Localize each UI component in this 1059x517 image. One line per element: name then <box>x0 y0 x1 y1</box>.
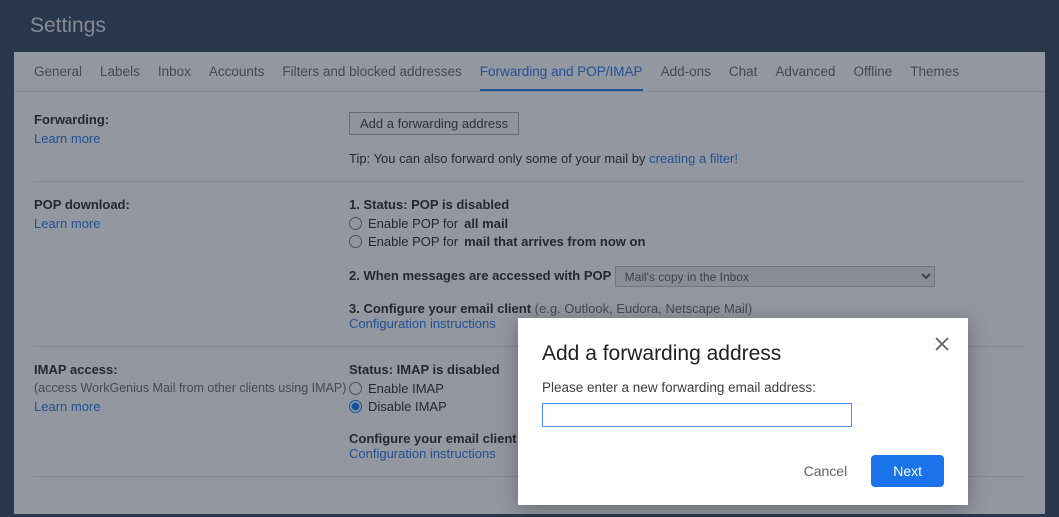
forwarding-email-input[interactable] <box>542 403 852 427</box>
dialog-title: Add a forwarding address <box>542 342 944 366</box>
close-icon[interactable] <box>932 334 952 354</box>
add-forwarding-dialog: Add a forwarding address Please enter a … <box>518 318 968 505</box>
dialog-prompt: Please enter a new forwarding email addr… <box>542 380 944 395</box>
next-button[interactable]: Next <box>871 455 944 487</box>
cancel-button[interactable]: Cancel <box>794 455 858 487</box>
